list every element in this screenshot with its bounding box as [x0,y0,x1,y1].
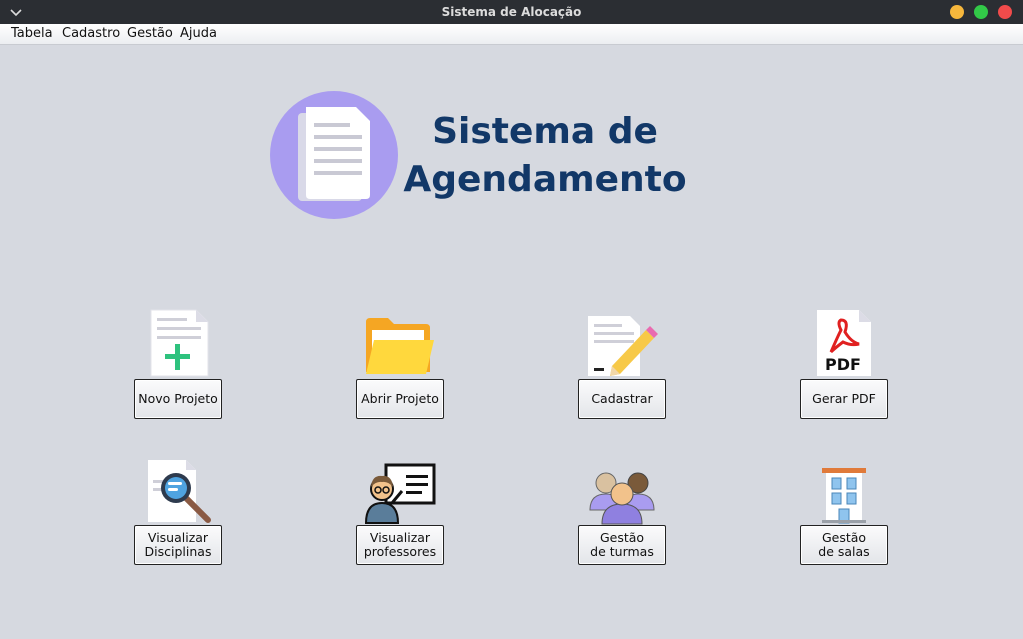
gestao-de-turmas-button[interactable]: Gestão de turmas [578,525,666,565]
visualizar-disciplinas-button[interactable]: Visualizar Disciplinas [134,525,222,565]
menu-gestao[interactable]: Gestão [123,24,177,44]
window-titlebar: Sistema de Alocação [0,0,1023,24]
logo [270,91,398,219]
abrir-projeto-button[interactable]: Abrir Projeto [356,379,444,419]
menu-cadastro[interactable]: Cadastro [58,24,124,44]
app-title-line2: Agendamento [403,159,687,200]
search-document-icon [148,460,211,523]
menu-bar: Tabela Cadastro Gestão Ajuda [0,24,1023,45]
edit-document-icon [588,316,658,376]
maximize-button[interactable] [974,5,988,19]
building-icon [822,468,866,524]
visualizar-professores-button[interactable]: Visualizar professores [356,525,444,565]
svg-text:PDF: PDF [825,355,861,374]
gestao-de-salas-button[interactable]: Gestão de salas [800,525,888,565]
app-title: Sistema de Agendamento [395,108,695,204]
novo-projeto-button[interactable]: Novo Projeto [134,379,222,419]
teacher-icon [364,463,436,524]
app-title-line1: Sistema de [432,111,658,152]
new-document-icon [150,309,209,377]
minimize-button[interactable] [950,5,964,19]
document-icon [298,107,370,201]
group-icon [589,472,655,525]
cadastrar-button[interactable]: Cadastrar [578,379,666,419]
folder-icon [366,318,434,374]
menu-ajuda[interactable]: Ajuda [176,24,221,44]
gerar-pdf-button[interactable]: Gerar PDF [800,379,888,419]
close-button[interactable] [998,5,1012,19]
window-title: Sistema de Alocação [441,5,582,19]
menu-tabela[interactable]: Tabela [7,24,57,44]
pdf-icon: PDF [817,310,871,376]
